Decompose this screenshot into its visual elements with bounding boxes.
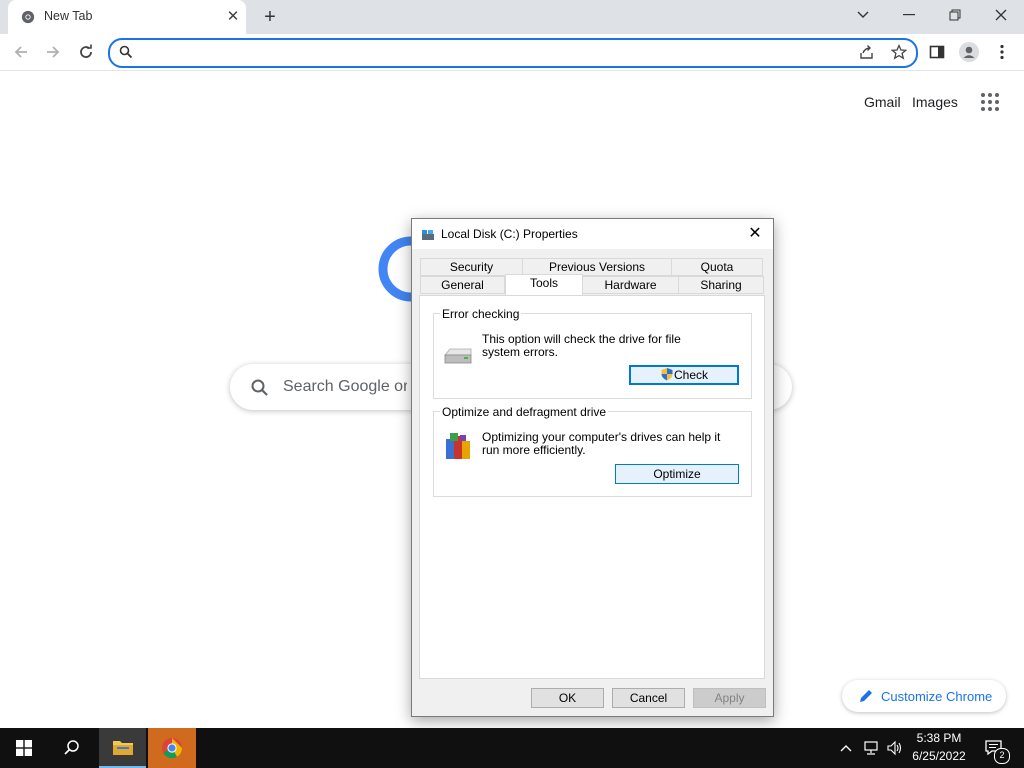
side-panel-button[interactable] xyxy=(926,41,948,63)
minimize-icon xyxy=(903,14,915,16)
arrow-left-icon xyxy=(14,46,27,58)
tab-close-icon[interactable]: ✕ xyxy=(224,8,242,26)
network-button[interactable] xyxy=(860,728,882,768)
ok-button[interactable]: OK xyxy=(531,688,604,708)
arrow-right-icon xyxy=(47,46,60,58)
taskbar: 2 xyxy=(0,728,1024,768)
check-button-label: Check xyxy=(673,368,708,382)
chevron-up-icon xyxy=(840,745,852,752)
close-window-button[interactable] xyxy=(978,0,1024,30)
reload-icon xyxy=(80,44,92,58)
taskbar-search-button[interactable] xyxy=(48,728,96,768)
chrome-icon xyxy=(162,738,183,759)
speaker-icon xyxy=(887,740,902,756)
browser-tab[interactable]: New Tab ✕ xyxy=(8,0,246,34)
tab-hardware[interactable]: Hardware xyxy=(582,276,679,294)
apply-button[interactable]: Apply xyxy=(693,688,766,708)
search-icon xyxy=(251,379,268,396)
gmail-link[interactable]: Gmail xyxy=(864,94,901,110)
tools-tab-panel: Error checking This option will check th… xyxy=(419,295,765,679)
chrome-menu-button[interactable] xyxy=(991,41,1013,63)
tab-title: New Tab xyxy=(44,9,93,23)
volume-button[interactable] xyxy=(884,728,906,768)
new-tab-button[interactable]: + xyxy=(260,6,280,28)
reload-button[interactable] xyxy=(75,41,97,63)
network-icon xyxy=(864,741,878,755)
notification-count-badge: 2 xyxy=(994,748,1010,764)
share-icon[interactable] xyxy=(859,44,875,60)
pencil-icon xyxy=(860,690,872,702)
tab-general[interactable]: General xyxy=(420,276,505,294)
search-placeholder: Search Google or type a URL xyxy=(283,378,407,395)
restore-icon xyxy=(949,9,961,21)
windows-logo-icon xyxy=(16,740,32,756)
uac-shield-icon xyxy=(661,368,673,381)
defrag-icon xyxy=(446,433,470,459)
avatar-icon xyxy=(959,42,979,62)
taskbar-chrome[interactable] xyxy=(148,728,196,768)
error-checking-description: This option will check the drive for fil… xyxy=(482,332,681,359)
optimize-heading: Optimize and defragment drive xyxy=(440,405,609,419)
taskbar-file-explorer[interactable] xyxy=(99,728,146,768)
show-hidden-icons-button[interactable] xyxy=(836,728,856,768)
close-icon xyxy=(995,9,1007,21)
tab-sharing[interactable]: Sharing xyxy=(678,276,764,294)
tab-tools[interactable]: Tools xyxy=(505,274,583,295)
optimize-description: Optimizing your computer's drives can he… xyxy=(482,430,721,457)
dialog-title: Local Disk (C:) Properties xyxy=(441,227,578,241)
restore-button[interactable] xyxy=(932,0,978,30)
action-center-button[interactable]: 2 xyxy=(976,728,1012,768)
forward-button[interactable] xyxy=(42,41,64,63)
drive-icon xyxy=(422,230,434,240)
check-button[interactable]: Check xyxy=(629,365,739,385)
side-panel-icon xyxy=(929,45,945,59)
tab-search-button[interactable] xyxy=(840,0,886,30)
folder-icon xyxy=(112,741,133,755)
kebab-menu-icon xyxy=(1000,44,1004,60)
tab-strip: New Tab ✕ + xyxy=(0,0,1024,34)
profile-button[interactable] xyxy=(958,41,980,63)
minimize-button[interactable] xyxy=(886,0,932,30)
cancel-button[interactable]: Cancel xyxy=(612,688,685,708)
images-link[interactable]: Images xyxy=(912,94,958,110)
clock-date[interactable]: 6/25/2022 xyxy=(904,749,974,763)
search-icon xyxy=(119,45,133,59)
error-checking-heading: Error checking xyxy=(440,307,522,321)
chevron-down-icon xyxy=(857,11,869,18)
optimize-button[interactable]: Optimize xyxy=(615,464,739,484)
start-button[interactable] xyxy=(0,728,48,768)
hard-drive-icon xyxy=(444,348,472,364)
google-apps-icon[interactable] xyxy=(980,92,1000,112)
dialog-close-button[interactable]: ✕ xyxy=(745,224,765,244)
customize-chrome-label: Customize Chrome xyxy=(881,689,993,704)
bookmark-star-icon[interactable] xyxy=(891,44,907,60)
dialog-titlebar[interactable]: Local Disk (C:) Properties ✕ xyxy=(412,219,773,249)
chrome-icon xyxy=(21,10,35,24)
properties-dialog: Local Disk (C:) Properties ✕ Security Pr… xyxy=(411,218,774,717)
omnibox[interactable] xyxy=(108,38,918,68)
tab-quota[interactable]: Quota xyxy=(671,258,763,276)
search-icon xyxy=(64,740,79,755)
clock-time[interactable]: 5:38 PM xyxy=(904,731,974,745)
back-button[interactable] xyxy=(10,41,32,63)
